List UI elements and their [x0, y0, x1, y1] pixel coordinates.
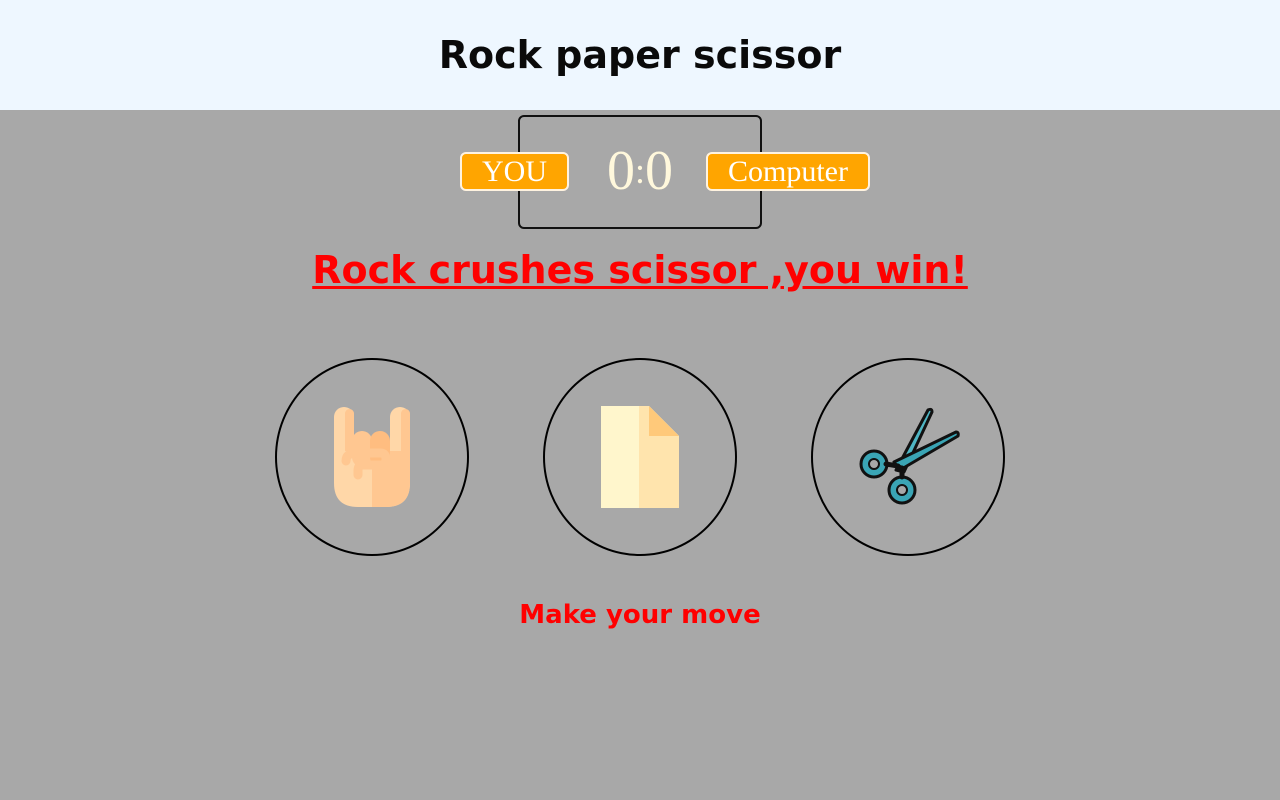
- scissor-choice-button[interactable]: [811, 358, 1005, 556]
- page-title: Rock paper scissor: [438, 33, 842, 77]
- header-bar: Rock paper scissor: [0, 0, 1280, 110]
- score-separator: :: [634, 151, 645, 191]
- rock-hand-icon: [334, 407, 410, 507]
- computer-score: 0: [645, 140, 673, 202]
- result-message: Rock crushes scissor ,you win!: [312, 248, 968, 292]
- score-display: 0:0: [600, 140, 680, 202]
- computer-badge: Computer: [706, 152, 870, 191]
- scissors-icon: [859, 407, 960, 505]
- status-message: Make your move: [519, 600, 761, 630]
- paper-choice-button[interactable]: [543, 358, 737, 556]
- paper-icon: [601, 406, 679, 508]
- rock-choice-button[interactable]: [275, 358, 469, 556]
- user-badge: YOU: [460, 152, 569, 191]
- user-score: 0: [606, 140, 635, 202]
